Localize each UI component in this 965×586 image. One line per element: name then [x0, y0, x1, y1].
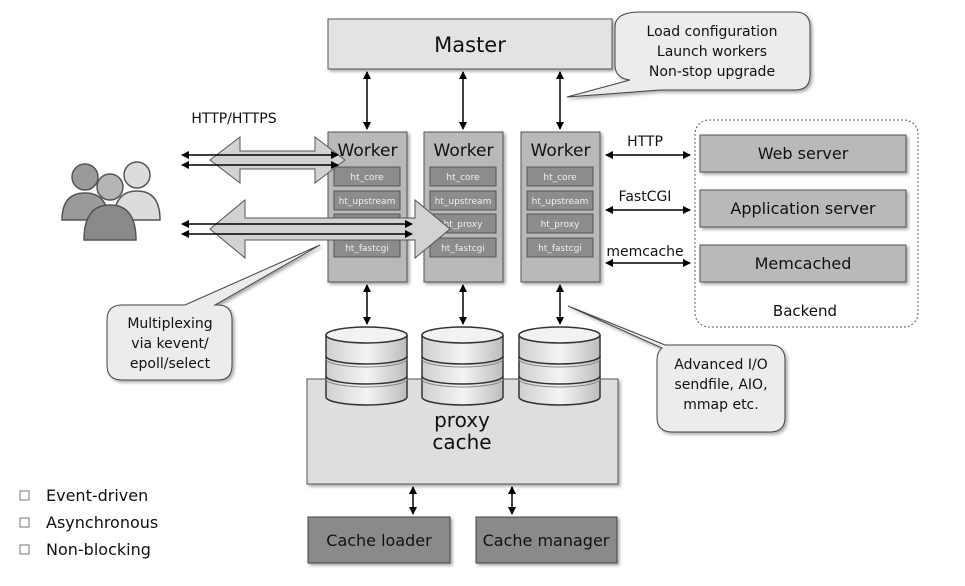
backend-protocol-label: FastCGI: [619, 189, 672, 205]
svg-text:Advanced I/O: Advanced I/O: [674, 357, 767, 373]
svg-text:Web server: Web server: [758, 144, 849, 163]
worker-label: Worker: [434, 141, 494, 161]
svg-text:ht_fastcgi: ht_fastcgi: [538, 244, 582, 254]
worker-box: Worker ht_core ht_upstream ht_fastcgi: [327, 131, 408, 283]
svg-text:ht_upstream: ht_upstream: [532, 197, 589, 207]
svg-text:proxy: proxy: [434, 408, 490, 432]
worker-module: ht_upstream: [526, 190, 594, 211]
worker-module: ht_fastcgi: [526, 237, 594, 258]
backend-protocol-label: memcache: [606, 244, 683, 260]
worker-module: ht_core: [333, 166, 401, 187]
svg-text:epoll/select: epoll/select: [130, 356, 211, 372]
worker-label: Worker: [338, 141, 398, 161]
svg-text:ht_upstream: ht_upstream: [339, 197, 396, 207]
worker-module: ht_upstream: [429, 190, 497, 211]
svg-text:Asynchronous: Asynchronous: [46, 513, 158, 532]
svg-text:Load configuration: Load configuration: [647, 24, 778, 40]
worker-module: ht_fastcgi: [429, 237, 497, 258]
svg-text:mmap etc.: mmap etc.: [683, 397, 758, 413]
svg-text:Cache manager: Cache manager: [483, 531, 610, 550]
svg-text:ht_core: ht_core: [446, 173, 480, 183]
svg-text:Event-driven: Event-driven: [46, 486, 148, 505]
svg-text:ht_upstream: ht_upstream: [435, 197, 492, 207]
backend-server-box: Web server: [699, 134, 907, 173]
svg-text:ht_fastcgi: ht_fastcgi: [441, 244, 485, 254]
svg-text:Launch workers: Launch workers: [657, 44, 767, 60]
svg-text:ht_core: ht_core: [543, 173, 577, 183]
cache-storage-icon: [325, 326, 408, 406]
backend-label: Backend: [773, 302, 837, 320]
worker-module: ht_core: [429, 166, 497, 187]
worker-cache-arrows: [363, 284, 564, 325]
users-icon: [61, 161, 161, 241]
cache-manager-box: Cache manager: [475, 516, 618, 564]
worker-module: ht_core: [526, 166, 594, 187]
cache-storage-icon: [518, 326, 601, 406]
cache-process-arrows: [409, 486, 516, 515]
client-connection-arrows: [181, 135, 451, 260]
master-box: Master: [327, 18, 613, 70]
svg-text:Non-stop upgrade: Non-stop upgrade: [649, 64, 775, 80]
features-list: Event-driven Asynchronous Non-blocking: [19, 486, 158, 559]
master-worker-arrows: [363, 71, 564, 130]
cache-loader-box: Cache loader: [307, 516, 451, 564]
multiplex-note-callout: Multiplexing via kevent/ epoll/select: [106, 244, 321, 381]
svg-text:Memcached: Memcached: [755, 254, 852, 273]
svg-text:Non-blocking: Non-blocking: [46, 540, 151, 559]
svg-text:ht_proxy: ht_proxy: [541, 220, 581, 230]
svg-text:Cache loader: Cache loader: [326, 531, 432, 550]
nginx-architecture-diagram: Master Load configuration Launch workers…: [0, 0, 965, 586]
master-label: Master: [434, 33, 506, 57]
svg-text:cache: cache: [432, 430, 491, 454]
svg-text:Multiplexing: Multiplexing: [127, 316, 212, 332]
worker-module: ht_fastcgi: [333, 237, 401, 258]
svg-text:ht_core: ht_core: [350, 173, 384, 183]
worker-box: Worker ht_core ht_upstream ht_proxy ht_fastc…: [520, 131, 601, 283]
svg-text:ht_fastcgi: ht_fastcgi: [345, 244, 389, 254]
svg-text:sendfile, AIO,: sendfile, AIO,: [674, 377, 767, 393]
backend-server-box: Application server: [699, 189, 907, 228]
worker-label: Worker: [531, 141, 591, 161]
backend-server-box: Memcached: [699, 244, 907, 283]
client-protocol-label: HTTP/HTTPS: [191, 111, 276, 127]
backend-protocol-label: HTTP: [627, 134, 663, 150]
svg-text:via kevent/: via kevent/: [131, 336, 209, 352]
worker-box: Workerht_coreht_upstreamht_proxyht_fastc…: [423, 131, 504, 283]
cache-storage-icon: [421, 326, 504, 406]
worker-module: ht_proxy: [526, 213, 594, 234]
svg-text:Application server: Application server: [730, 199, 876, 218]
worker-module: ht_upstream: [333, 190, 401, 211]
